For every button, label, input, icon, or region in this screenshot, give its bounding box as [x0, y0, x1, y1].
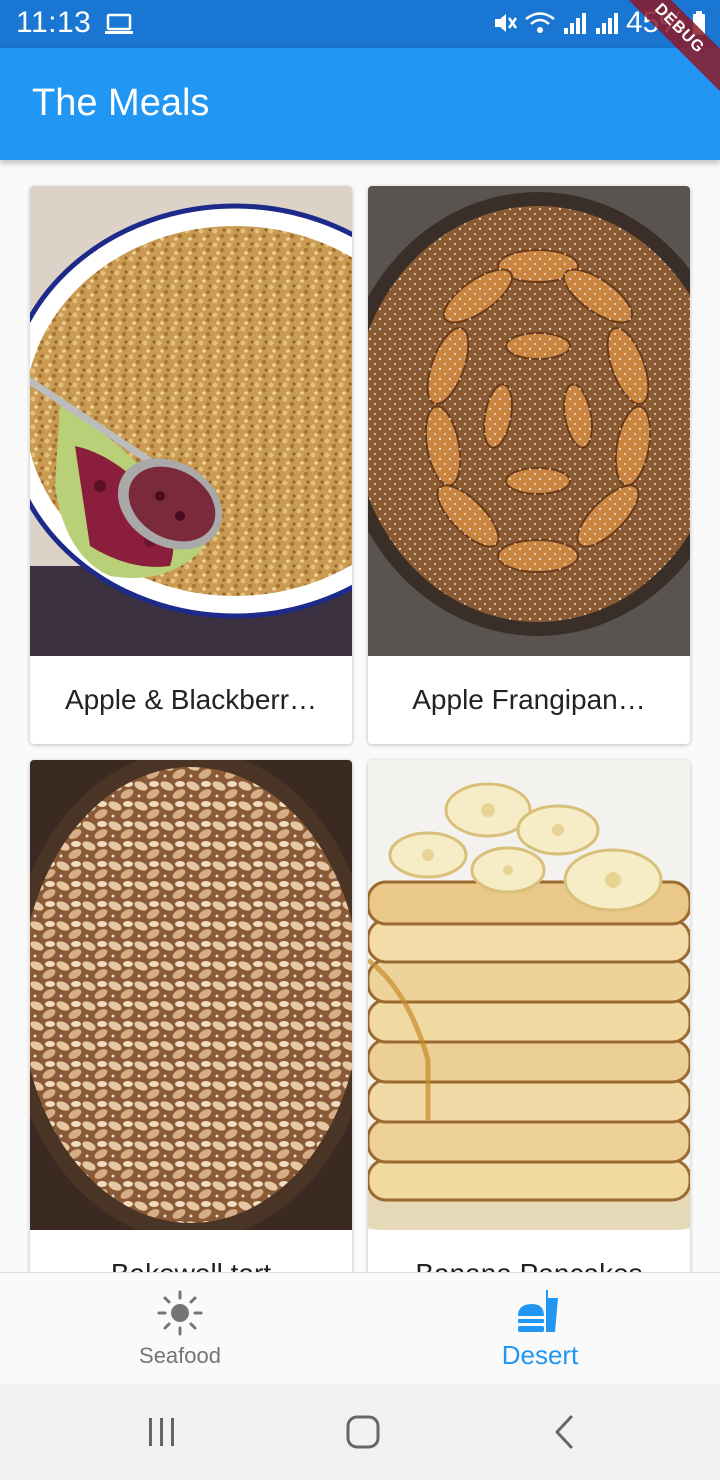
banana-pancakes-photo — [368, 760, 690, 1230]
app-title: The Meals — [32, 82, 210, 124]
apple-frangipane-tart-photo — [368, 186, 690, 656]
status-bar: 11:13 45% — [0, 0, 720, 48]
meal-card[interactable]: Apple Frangipan… — [368, 186, 690, 744]
laptop-icon — [105, 13, 133, 34]
home-icon[interactable] — [343, 1412, 383, 1452]
meals-grid: Apple & Blackberr… Apple Frangipan… — [0, 160, 720, 1272]
back-icon[interactable] — [545, 1412, 585, 1452]
meal-name: Apple & Blackberr… — [64, 684, 318, 715]
meal-name: Apple Frangipan… — [412, 684, 646, 715]
apple-blackberry-crumble-photo — [30, 186, 352, 656]
system-navigation-bar — [0, 1384, 720, 1480]
recent-apps-icon[interactable] — [142, 1412, 182, 1452]
meal-name: Banana Pancakes — [368, 1230, 690, 1272]
sun-icon — [157, 1290, 203, 1336]
signal-icon — [563, 13, 586, 34]
signal-icon-2 — [595, 13, 618, 34]
meal-card[interactable]: Bakewell tart — [30, 760, 352, 1272]
meal-card[interactable]: Banana Pancakes — [368, 760, 690, 1272]
status-time: 11:13 — [16, 6, 92, 39]
nav-label-desert: Desert — [501, 1339, 579, 1370]
mute-icon — [494, 14, 517, 32]
meal-card[interactable]: Apple & Blackberr… — [30, 186, 352, 744]
bakewell-tart-photo — [30, 760, 352, 1230]
wifi-icon — [525, 12, 555, 33]
nav-item-desert[interactable]: Desert — [360, 1273, 720, 1385]
nav-label-seafood: Seafood — [139, 1343, 221, 1368]
meal-name: Bakewell tart — [30, 1230, 352, 1272]
fastfood-icon — [518, 1289, 558, 1332]
bottom-navigation: Seafood Desert — [0, 1272, 720, 1384]
nav-item-seafood[interactable]: Seafood — [0, 1273, 360, 1385]
app-bar: The Meals — [0, 48, 720, 160]
